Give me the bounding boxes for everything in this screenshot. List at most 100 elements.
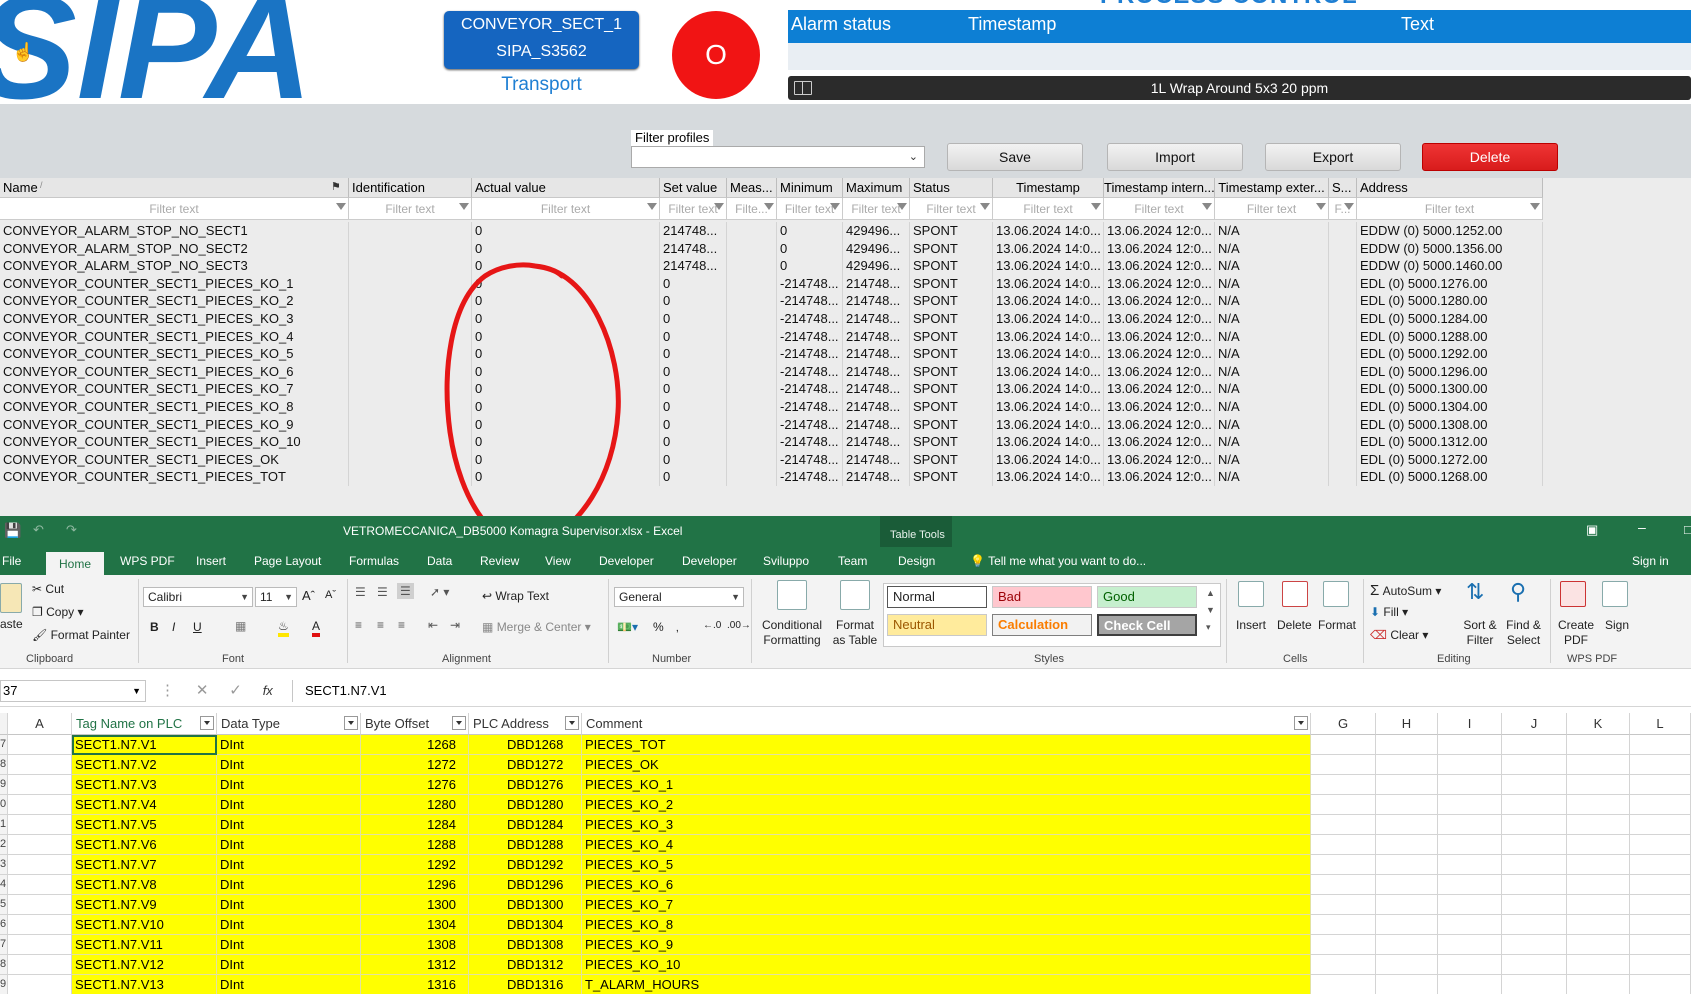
cell-empty[interactable] bbox=[1630, 855, 1691, 875]
cell-plc-address[interactable]: DBD1272 bbox=[469, 755, 582, 775]
cell-data-type[interactable]: DInt bbox=[217, 855, 361, 875]
increase-decimal-icon[interactable]: ←.0 bbox=[703, 620, 721, 631]
name-box[interactable]: 37 ▼ bbox=[0, 680, 146, 702]
cell-empty[interactable] bbox=[1311, 935, 1376, 955]
cell-col-a[interactable] bbox=[8, 735, 72, 755]
cell-empty[interactable] bbox=[1630, 755, 1691, 775]
cell-empty[interactable] bbox=[1376, 975, 1438, 994]
filter-icon[interactable] bbox=[1316, 203, 1326, 210]
align-left-icon[interactable]: ≡ bbox=[355, 618, 362, 632]
cell-empty[interactable] bbox=[1438, 895, 1502, 915]
wrap-text-button[interactable]: ↩ Wrap Text bbox=[482, 589, 549, 603]
cell-byte-offset[interactable]: 1304 bbox=[361, 915, 469, 935]
grid-filter-measure[interactable]: Filte... bbox=[727, 198, 777, 220]
cell-empty[interactable] bbox=[1502, 915, 1567, 935]
cell-byte-offset[interactable]: 1308 bbox=[361, 935, 469, 955]
cell-tag-name[interactable]: SECT1.N7.V4 bbox=[72, 795, 217, 815]
cell-empty[interactable] bbox=[1376, 795, 1438, 815]
cell-empty[interactable] bbox=[1438, 935, 1502, 955]
cell-empty[interactable] bbox=[1567, 875, 1630, 895]
paste-label[interactable]: aste bbox=[0, 617, 23, 631]
alarm-col-status[interactable]: Alarm status bbox=[791, 14, 891, 35]
copy-button[interactable]: ❐ Copy ▾ bbox=[32, 605, 83, 619]
cell-empty[interactable] bbox=[1311, 875, 1376, 895]
table-row[interactable]: 1 SECT1.N7.V5 DInt 1284 DBD1284 PIECES_KO_3 bbox=[0, 815, 1691, 835]
cell-empty[interactable] bbox=[1567, 755, 1630, 775]
cell-data-type[interactable]: DInt bbox=[217, 795, 361, 815]
cell-empty[interactable] bbox=[1502, 955, 1567, 975]
cell-byte-offset[interactable]: 1280 bbox=[361, 795, 469, 815]
cell-empty[interactable] bbox=[1311, 975, 1376, 994]
cell-empty[interactable] bbox=[1376, 775, 1438, 795]
cell-empty[interactable] bbox=[1438, 915, 1502, 935]
table-header-byte-offset[interactable]: Byte Offset bbox=[361, 713, 469, 735]
decrease-indent-icon[interactable]: ⇤ bbox=[428, 618, 438, 632]
sign-button[interactable]: Sign bbox=[1605, 618, 1629, 632]
grid-row[interactable]: CONVEYOR_COUNTER_SECT1_PIECES_KO_7 0 0 -214… bbox=[0, 380, 1691, 399]
fill-color-icon[interactable]: ♨ bbox=[278, 619, 289, 637]
tab-design[interactable]: Design bbox=[898, 554, 935, 568]
decrease-decimal-icon[interactable]: .00→ bbox=[727, 620, 751, 631]
table-header-plc-address[interactable]: PLC Address bbox=[469, 713, 582, 735]
shrink-font-icon[interactable]: Aˇ bbox=[325, 589, 336, 601]
grid-filter-timestamp[interactable]: Filter text bbox=[993, 198, 1104, 220]
cell-byte-offset[interactable]: 1288 bbox=[361, 835, 469, 855]
cell-plc-address[interactable]: DBD1280 bbox=[469, 795, 582, 815]
cell-plc-address[interactable]: DBD1268 bbox=[469, 735, 582, 755]
cell-comment[interactable]: PIECES_KO_9 bbox=[582, 935, 1311, 955]
filter-dropdown-icon[interactable] bbox=[200, 716, 214, 730]
grid-row[interactable]: CONVEYOR_COUNTER_SECT1_PIECES_KO_10 0 0 -21… bbox=[0, 433, 1691, 452]
filter-icon[interactable] bbox=[647, 203, 657, 210]
cell-byte-offset[interactable]: 1312 bbox=[361, 955, 469, 975]
cell-empty[interactable] bbox=[1438, 795, 1502, 815]
cell-empty[interactable] bbox=[1630, 895, 1691, 915]
font-name-combo[interactable]: Calibri ▼ bbox=[143, 587, 253, 607]
cell-empty[interactable] bbox=[1502, 775, 1567, 795]
align-center-icon[interactable]: ≡ bbox=[377, 618, 384, 632]
cancel-icon[interactable]: ✕ bbox=[196, 682, 209, 699]
table-row[interactable]: 3 SECT1.N7.V7 DInt 1292 DBD1292 PIECES_KO_5 bbox=[0, 855, 1691, 875]
cell-empty[interactable] bbox=[1630, 795, 1691, 815]
filter-dropdown-icon[interactable] bbox=[565, 716, 579, 730]
filter-dropdown-icon[interactable] bbox=[452, 716, 466, 730]
tell-me-search[interactable]: 💡 Tell me what you want to do... bbox=[970, 554, 1146, 568]
cell-byte-offset[interactable]: 1276 bbox=[361, 775, 469, 795]
cell-col-a[interactable] bbox=[8, 895, 72, 915]
grid-row[interactable]: CONVEYOR_COUNTER_SECT1_PIECES_TOT 0 0 -2147… bbox=[0, 468, 1691, 487]
tab-formulas[interactable]: Formulas bbox=[349, 554, 399, 568]
redo-icon[interactable]: ↷ bbox=[66, 522, 77, 538]
cell-plc-address[interactable]: DBD1300 bbox=[469, 895, 582, 915]
column-header-i[interactable]: I bbox=[1438, 713, 1502, 735]
cell-data-type[interactable]: DInt bbox=[217, 935, 361, 955]
italic-button[interactable]: I bbox=[172, 620, 175, 634]
tab-page-layout[interactable]: Page Layout bbox=[254, 554, 321, 568]
grid-row[interactable]: CONVEYOR_COUNTER_SECT1_PIECES_OK 0 0 -21474… bbox=[0, 450, 1691, 469]
filter-icon[interactable] bbox=[1344, 203, 1354, 210]
insert-cells-button[interactable]: Insert bbox=[1236, 618, 1266, 632]
recipe-bar[interactable]: 1L Wrap Around 5x3 20 ppm bbox=[788, 76, 1691, 100]
tab-developer[interactable]: Developer bbox=[599, 554, 654, 568]
tab-view[interactable]: View bbox=[545, 554, 571, 568]
cell-empty[interactable] bbox=[1567, 975, 1630, 994]
table-header-tag-name-on-plc[interactable]: Tag Name on PLC bbox=[72, 713, 217, 735]
cell-col-a[interactable] bbox=[8, 935, 72, 955]
cell-data-type[interactable]: DInt bbox=[217, 775, 361, 795]
cell-data-type[interactable]: DInt bbox=[217, 735, 361, 755]
cell-empty[interactable] bbox=[1567, 795, 1630, 815]
cell-empty[interactable] bbox=[1630, 775, 1691, 795]
minimize-icon[interactable]: – bbox=[1638, 519, 1646, 535]
grid-header-minimum[interactable]: Minimum bbox=[777, 178, 843, 198]
column-header-a[interactable]: A bbox=[8, 713, 72, 735]
table-row[interactable]: 4 SECT1.N7.V8 DInt 1296 DBD1296 PIECES_KO_6 bbox=[0, 875, 1691, 895]
cell-data-type[interactable]: DInt bbox=[217, 835, 361, 855]
cell-empty[interactable] bbox=[1311, 735, 1376, 755]
grid-row[interactable]: CONVEYOR_COUNTER_SECT1_PIECES_KO_3 0 0 -214… bbox=[0, 310, 1691, 328]
cell-tag-name[interactable]: SECT1.N7.V8 bbox=[72, 875, 217, 895]
cell-plc-address[interactable]: DBD1316 bbox=[469, 975, 582, 994]
grid-row[interactable]: CONVEYOR_ALARM_STOP_NO_SECT1 0 214748... 0 4… bbox=[0, 222, 1691, 240]
filter-icon[interactable] bbox=[764, 203, 774, 210]
grid-header-identification[interactable]: Identification bbox=[349, 178, 472, 198]
cell-comment[interactable]: PIECES_KO_1 bbox=[582, 775, 1311, 795]
column-header-h[interactable]: H bbox=[1376, 713, 1438, 735]
cell-tag-name[interactable]: SECT1.N7.V2 bbox=[72, 755, 217, 775]
